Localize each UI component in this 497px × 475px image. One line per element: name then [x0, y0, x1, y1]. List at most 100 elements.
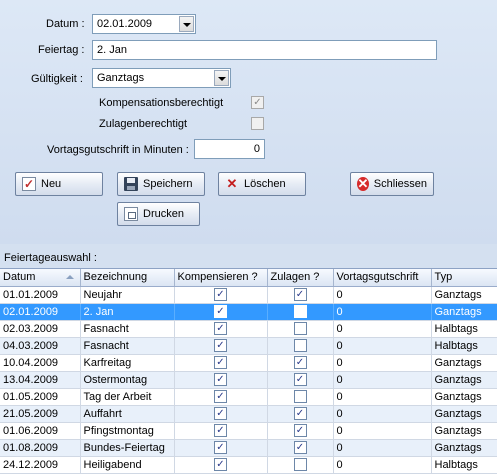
cell-zulagen: ✓ — [267, 354, 334, 372]
vortag-label: Vortagsgutschrift in Minuten : — [47, 144, 189, 156]
cell-zulagen-checkbox[interactable]: ✓ — [293, 407, 307, 420]
cell-zulagen-checkbox[interactable] — [293, 390, 307, 403]
cell-zulagen — [267, 320, 334, 338]
datum-picker[interactable]: 02.01.2009 — [92, 14, 196, 34]
cell-kompensieren-checkbox[interactable]: ✓ — [214, 407, 227, 420]
table-row[interactable]: 01.01.2009 Neujahr ✓ ✓ 0 Ganztags — [0, 286, 497, 304]
speichern-button-label: Speichern — [143, 178, 193, 190]
vortag-input[interactable]: 0 — [194, 139, 265, 159]
cell-datum: 02.03.2009 — [0, 320, 81, 338]
cell-vortagsgutschrift: 0 — [333, 286, 432, 304]
cell-zulagen-checkbox[interactable] — [293, 322, 307, 335]
cell-kompensieren-checkbox[interactable]: ✓ — [214, 356, 227, 369]
cell-bezeichnung: Neujahr — [80, 286, 175, 304]
cell-vortagsgutschrift: 0 — [333, 371, 432, 389]
cell-bezeichnung: Auffahrt — [80, 405, 175, 423]
gueltigkeit-select[interactable]: Ganztags — [92, 68, 231, 88]
cell-kompensieren-checkbox[interactable]: ✓ — [214, 305, 227, 318]
cell-kompensieren-checkbox[interactable]: ✓ — [214, 288, 227, 301]
drucken-button[interactable]: Drucken — [117, 202, 200, 226]
table-row[interactable]: 21.05.2009 Auffahrt ✓ ✓ 0 Ganztags — [0, 405, 497, 423]
cell-vortagsgutschrift: 0 — [333, 422, 432, 440]
cell-datum: 10.04.2009 — [0, 354, 81, 372]
cell-zulagen — [267, 337, 334, 355]
cell-kompensieren-checkbox[interactable]: ✓ — [214, 390, 227, 403]
table-row[interactable]: 02.03.2009 Fasnacht ✓ 0 Halbtags — [0, 320, 497, 338]
cell-typ: Halbtags — [431, 456, 497, 474]
cell-zulagen — [267, 388, 334, 406]
cell-bezeichnung: Pfingstmontag — [80, 422, 175, 440]
cell-zulagen: ✓ — [267, 371, 334, 389]
cell-datum: 21.05.2009 — [0, 405, 81, 423]
cell-kompensieren-checkbox[interactable]: ✓ — [214, 424, 227, 437]
cell-typ: Ganztags — [431, 405, 497, 423]
cell-vortagsgutschrift: 0 — [333, 354, 432, 372]
table-row[interactable]: 13.04.2009 Ostermontag ✓ ✓ 0 Ganztags — [0, 371, 497, 389]
cell-datum: 04.03.2009 — [0, 337, 81, 355]
table-row[interactable]: 01.08.2009 Bundes-Feiertag ✓ ✓ 0 Ganztags — [0, 439, 497, 457]
table-row[interactable]: 10.04.2009 Karfreitag ✓ ✓ 0 Ganztags — [0, 354, 497, 372]
cell-bezeichnung: Ostermontag — [80, 371, 175, 389]
cell-kompensieren-checkbox[interactable]: ✓ — [214, 441, 227, 454]
neu-button[interactable]: Neu — [15, 172, 103, 196]
feiertage-grid[interactable]: Datum Bezeichnung Kompensieren ? Zulagen… — [0, 268, 497, 475]
loeschen-button[interactable]: ✕ Löschen — [218, 172, 306, 196]
schliessen-button[interactable]: ✕ Schliessen — [350, 172, 434, 196]
speichern-button[interactable]: Speichern — [117, 172, 205, 196]
table-row[interactable]: 01.05.2009 Tag der Arbeit ✓ 0 Ganztags — [0, 388, 497, 406]
chevron-down-icon[interactable] — [179, 16, 194, 32]
cell-zulagen: ✓ — [267, 405, 334, 423]
col-header-kompensieren[interactable]: Kompensieren ? — [174, 269, 268, 287]
cell-vortagsgutschrift: 0 — [333, 456, 432, 474]
cell-typ: Ganztags — [431, 354, 497, 372]
cell-zulagen-checkbox[interactable]: ✓ — [293, 373, 307, 386]
table-row[interactable]: 02.01.2009 2. Jan ✓ 0 Ganztags — [0, 303, 497, 321]
col-header-datum[interactable]: Datum — [0, 269, 81, 287]
cell-zulagen — [267, 303, 334, 321]
cell-bezeichnung: Fasnacht — [80, 337, 175, 355]
cell-zulagen-checkbox[interactable]: ✓ — [293, 424, 307, 437]
col-header-vortagsgutschrift[interactable]: Vortagsgutschrift — [333, 269, 432, 287]
chevron-down-icon[interactable] — [214, 70, 229, 86]
sort-ascending-icon — [65, 275, 74, 279]
feiertag-input[interactable]: 2. Jan — [92, 40, 437, 60]
col-header-typ[interactable]: Typ — [431, 269, 497, 287]
zulagen-label: Zulagenberechtigt — [99, 118, 188, 130]
save-disk-icon — [124, 177, 138, 191]
cell-typ: Ganztags — [431, 439, 497, 457]
datum-value: 02.01.2009 — [97, 18, 153, 30]
neu-button-label: Neu — [41, 178, 62, 190]
gueltigkeit-label: Gültigkeit : — [31, 73, 83, 85]
cell-typ: Ganztags — [431, 371, 497, 389]
cell-zulagen-checkbox[interactable]: ✓ — [293, 356, 307, 369]
cell-bezeichnung: Fasnacht — [80, 320, 175, 338]
print-icon — [124, 207, 138, 221]
cell-typ: Halbtags — [431, 337, 497, 355]
kompensation-label: Kompensationsberechtigt — [99, 97, 224, 109]
zulagen-checkbox[interactable] — [251, 117, 264, 130]
cell-zulagen-checkbox[interactable]: ✓ — [293, 441, 307, 454]
cell-zulagen-checkbox[interactable] — [293, 305, 307, 318]
cell-kompensieren: ✓ — [174, 405, 268, 423]
cell-vortagsgutschrift: 0 — [333, 405, 432, 423]
cell-datum: 24.12.2009 — [0, 456, 81, 474]
table-row[interactable]: 24.12.2009 Heiligabend ✓ 0 Halbtags — [0, 456, 497, 474]
cell-kompensieren-checkbox[interactable]: ✓ — [214, 373, 227, 386]
cell-kompensieren-checkbox[interactable]: ✓ — [214, 322, 227, 335]
table-row[interactable]: 01.06.2009 Pfingstmontag ✓ ✓ 0 Ganztags — [0, 422, 497, 440]
cell-kompensieren-checkbox[interactable]: ✓ — [214, 339, 227, 352]
col-header-bezeichnung[interactable]: Bezeichnung — [80, 269, 175, 287]
cell-zulagen-checkbox[interactable]: ✓ — [293, 288, 307, 301]
cell-zulagen-checkbox[interactable] — [293, 339, 307, 352]
col-header-zulagen[interactable]: Zulagen ? — [267, 269, 334, 287]
cell-zulagen-checkbox[interactable] — [293, 458, 307, 471]
cell-kompensieren: ✓ — [174, 422, 268, 440]
cell-vortagsgutschrift: 0 — [333, 439, 432, 457]
kompensation-checkbox[interactable]: ✓ — [251, 96, 264, 109]
gueltigkeit-value: Ganztags — [97, 72, 145, 84]
cell-bezeichnung: Tag der Arbeit — [80, 388, 175, 406]
cell-vortagsgutschrift: 0 — [333, 388, 432, 406]
drucken-button-label: Drucken — [143, 208, 184, 220]
cell-kompensieren-checkbox[interactable]: ✓ — [214, 458, 227, 471]
table-row[interactable]: 04.03.2009 Fasnacht ✓ 0 Halbtags — [0, 337, 497, 355]
